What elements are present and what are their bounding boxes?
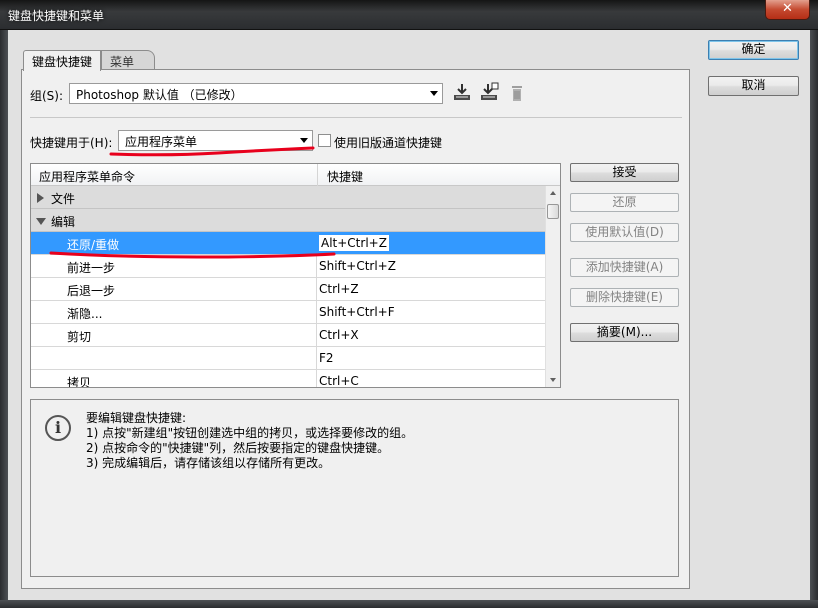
info-box: i 要编辑键盘快捷键: 1) 点按"新建组"按钮创建选中组的拷贝，或选择要修改的… xyxy=(30,399,679,577)
accept-button[interactable]: 接受 xyxy=(570,163,679,182)
scroll-up-arrow-icon[interactable] xyxy=(550,191,556,195)
window-frame-right xyxy=(810,30,818,608)
row-command: 编辑 xyxy=(51,215,76,229)
row-shortcut[interactable]: Ctrl+X xyxy=(319,328,359,342)
red-annotation-stroke xyxy=(49,251,336,259)
chevron-down-icon xyxy=(300,138,308,143)
chevron-down-icon xyxy=(430,91,438,96)
table-header: 应用程序菜单命令 快捷键 xyxy=(31,164,560,186)
use-default-button[interactable]: 使用默认值(D) xyxy=(570,223,679,242)
column-divider xyxy=(316,370,317,387)
info-step-3: 3) 完成编辑后，请存储该组以存储所有更改。 xyxy=(86,456,331,470)
window-frame-left xyxy=(0,30,8,608)
row-command: 文件 xyxy=(51,192,76,206)
column-divider xyxy=(316,324,317,347)
red-annotation-stroke xyxy=(109,146,315,157)
close-icon: ✕ xyxy=(782,1,793,16)
save-as-set-icon[interactable] xyxy=(479,82,499,102)
undo-button[interactable]: 还原 xyxy=(570,193,679,212)
tab-menus[interactable]: 菜单 xyxy=(101,50,156,70)
row-shortcut[interactable]: Ctrl+Z xyxy=(319,282,359,296)
expand-arrow-icon[interactable] xyxy=(37,193,44,203)
title-bar: 键盘快捷键和菜单 ✕ xyxy=(0,0,818,30)
tab-label: 菜单 xyxy=(110,55,135,69)
ok-button[interactable]: 确定 xyxy=(708,40,799,60)
table-scrollbar[interactable] xyxy=(545,186,560,387)
shortcuts-for-label: 快捷键用于(H): xyxy=(30,136,113,150)
column-divider xyxy=(317,164,318,186)
table-row[interactable]: 后退一步 Ctrl+Z xyxy=(31,278,545,301)
window-title: 键盘快捷键和菜单 xyxy=(8,9,105,23)
table-row-file-group[interactable]: 文件 xyxy=(31,186,545,209)
row-shortcut[interactable]: Shift+Ctrl+F xyxy=(319,305,395,319)
info-icon: i xyxy=(45,415,71,441)
column-header-shortcut[interactable]: 快捷键 xyxy=(327,168,363,185)
column-divider xyxy=(316,301,317,324)
column-divider xyxy=(316,347,317,370)
table-row[interactable]: 拷贝 Ctrl+C xyxy=(31,370,545,388)
row-command: 拷贝 xyxy=(67,376,92,388)
set-label: 组(S): xyxy=(30,89,64,103)
column-header-command[interactable]: 应用程序菜单命令 xyxy=(39,168,135,185)
row-shortcut[interactable]: Ctrl+C xyxy=(319,374,359,387)
table-row[interactable]: 渐隐... Shift+Ctrl+F xyxy=(31,301,545,324)
row-command: 渐隐... xyxy=(67,307,103,321)
column-divider xyxy=(316,278,317,301)
save-set-icon[interactable] xyxy=(452,82,472,102)
cancel-button[interactable]: 取消 xyxy=(708,76,799,96)
tab-label: 键盘快捷键 xyxy=(32,55,93,69)
separator xyxy=(30,117,682,118)
delete-set-icon[interactable] xyxy=(507,83,527,103)
add-shortcut-button[interactable]: 添加快捷键(A) xyxy=(570,258,679,277)
shortcuts-table: 应用程序菜单命令 快捷键 文件 编辑 还原/重做 Alt+Ctrl+Z 前进一步… xyxy=(30,163,561,388)
row-command: 剪切 xyxy=(67,330,92,344)
window-frame-bottom xyxy=(0,600,818,608)
table-row[interactable]: F2 xyxy=(31,347,545,370)
legacy-channel-shortcuts-label: 使用旧版通道快捷键 xyxy=(334,136,443,150)
scrollbar-thumb[interactable] xyxy=(547,204,559,219)
summary-button[interactable]: 摘要(M)... xyxy=(570,323,679,342)
delete-shortcut-button[interactable]: 删除快捷键(E) xyxy=(570,288,679,307)
legacy-channel-shortcuts-checkbox[interactable] xyxy=(318,134,331,147)
set-dropdown-value: Photoshop 默认值 （已修改） xyxy=(76,88,243,102)
tab-keyboard-shortcuts[interactable]: 键盘快捷键 xyxy=(23,50,102,71)
set-dropdown[interactable]: Photoshop 默认值 （已修改） xyxy=(69,83,443,104)
close-button[interactable]: ✕ xyxy=(765,0,810,20)
row-shortcut[interactable]: F2 xyxy=(319,351,334,365)
table-row[interactable]: 剪切 Ctrl+X xyxy=(31,324,545,347)
collapse-arrow-icon[interactable] xyxy=(36,218,46,225)
dialog-client-area: 键盘快捷键 菜单 组(S): Photoshop 默认值 （已修改） 快捷键用于… xyxy=(8,30,810,600)
row-command: 后退一步 xyxy=(67,284,116,298)
table-row-edit-group[interactable]: 编辑 xyxy=(31,209,545,232)
scroll-down-arrow-icon[interactable] xyxy=(550,378,556,382)
